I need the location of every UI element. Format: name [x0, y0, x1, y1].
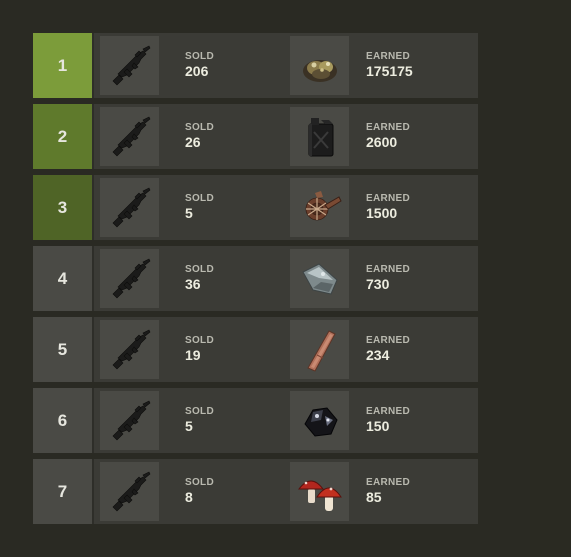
earned-label: EARNED	[366, 51, 411, 62]
divider	[92, 175, 94, 240]
rank-number: 4	[57, 268, 68, 288]
sold-stat: SOLD 5	[185, 175, 214, 240]
divider	[92, 33, 94, 98]
sold-label: SOLD	[185, 122, 214, 133]
earned-label: EARNED	[366, 406, 411, 417]
earned-value: 730	[366, 276, 390, 292]
earned-stat: EARNED 150	[366, 388, 410, 453]
earned-value: 85	[366, 489, 382, 505]
metal-fragment-icon[interactable]	[290, 249, 349, 308]
leaderboard-panel: 1 SOLD 206 EARNED 175175 2 SOLD 26 EARNE…	[0, 0, 530, 557]
sold-stat: SOLD 5	[185, 388, 214, 453]
earned-stat: EARNED 234	[366, 317, 410, 382]
coal-icon[interactable]	[290, 391, 349, 450]
smg-icon[interactable]	[100, 36, 159, 95]
earned-stat: EARNED 730	[366, 246, 410, 311]
sold-stat: SOLD 26	[185, 104, 214, 169]
earned-stat: EARNED 1500	[366, 175, 410, 240]
rank-badge: 6	[33, 388, 92, 453]
divider	[92, 388, 94, 453]
smg-icon[interactable]	[100, 391, 159, 450]
sold-value: 19	[185, 347, 201, 363]
leaderboard-row: 4 SOLD 36 EARNED 730	[33, 246, 478, 311]
rank-number: 7	[57, 481, 68, 501]
earned-label: EARNED	[366, 193, 411, 204]
leaderboard-row: 2 SOLD 26 EARNED 2600	[33, 104, 478, 169]
earned-value: 150	[366, 418, 390, 434]
leaderboard-row: 6 SOLD 5 EARNED 150	[33, 388, 478, 453]
fuel-can-icon[interactable]	[290, 107, 349, 166]
sold-label: SOLD	[185, 477, 214, 488]
sold-stat: SOLD 8	[185, 459, 214, 524]
rank-number: 2	[57, 126, 68, 146]
earned-stat: EARNED 2600	[366, 104, 410, 169]
smg-icon[interactable]	[100, 107, 159, 166]
ore-icon[interactable]	[290, 36, 349, 95]
sold-stat: SOLD 36	[185, 246, 214, 311]
rank-number: 1	[57, 55, 68, 75]
sold-label: SOLD	[185, 264, 214, 275]
smg-icon[interactable]	[100, 249, 159, 308]
sold-value: 206	[185, 63, 209, 79]
earned-label: EARNED	[366, 122, 411, 133]
smg-icon[interactable]	[100, 320, 159, 379]
divider	[92, 246, 94, 311]
rank-badge: 7	[33, 459, 92, 524]
rank-number: 5	[57, 339, 68, 359]
earned-value: 2600	[366, 134, 398, 150]
sold-label: SOLD	[185, 406, 214, 417]
sold-label: SOLD	[185, 51, 214, 62]
earned-value: 234	[366, 347, 390, 363]
earned-value: 1500	[366, 205, 398, 221]
earned-label: EARNED	[366, 335, 411, 346]
ammo-belt-icon[interactable]	[290, 178, 349, 237]
earned-stat: EARNED 85	[366, 459, 410, 524]
leaderboard-row: 7 SOLD 8 EARNED 85	[33, 459, 478, 524]
sold-value: 26	[185, 134, 201, 150]
earned-value: 175175	[366, 63, 413, 79]
earned-label: EARNED	[366, 264, 411, 275]
earned-stat: EARNED 175175	[366, 33, 413, 98]
divider	[92, 104, 94, 169]
sold-label: SOLD	[185, 193, 214, 204]
rank-badge: 1	[33, 33, 92, 98]
leaderboard-list: 1 SOLD 206 EARNED 175175 2 SOLD 26 EARNE…	[33, 33, 478, 530]
mushroom-icon[interactable]	[290, 462, 349, 521]
sold-value: 36	[185, 276, 201, 292]
rank-badge: 5	[33, 317, 92, 382]
leather-strip-icon[interactable]	[290, 320, 349, 379]
divider	[92, 459, 94, 524]
sold-value: 8	[185, 489, 193, 505]
rank-badge: 2	[33, 104, 92, 169]
rank-badge: 4	[33, 246, 92, 311]
sold-value: 5	[185, 205, 193, 221]
leaderboard-row: 1 SOLD 206 EARNED 175175	[33, 33, 478, 98]
divider	[92, 317, 94, 382]
sold-value: 5	[185, 418, 193, 434]
sold-label: SOLD	[185, 335, 214, 346]
sold-stat: SOLD 19	[185, 317, 214, 382]
sold-stat: SOLD 206	[185, 33, 214, 98]
rank-badge: 3	[33, 175, 92, 240]
earned-label: EARNED	[366, 477, 411, 488]
leaderboard-row: 5 SOLD 19 EARNED 234	[33, 317, 478, 382]
rank-number: 6	[57, 410, 68, 430]
smg-icon[interactable]	[100, 178, 159, 237]
smg-icon[interactable]	[100, 462, 159, 521]
rank-number: 3	[57, 197, 68, 217]
leaderboard-row: 3 SOLD 5 EARNED 1500	[33, 175, 478, 240]
